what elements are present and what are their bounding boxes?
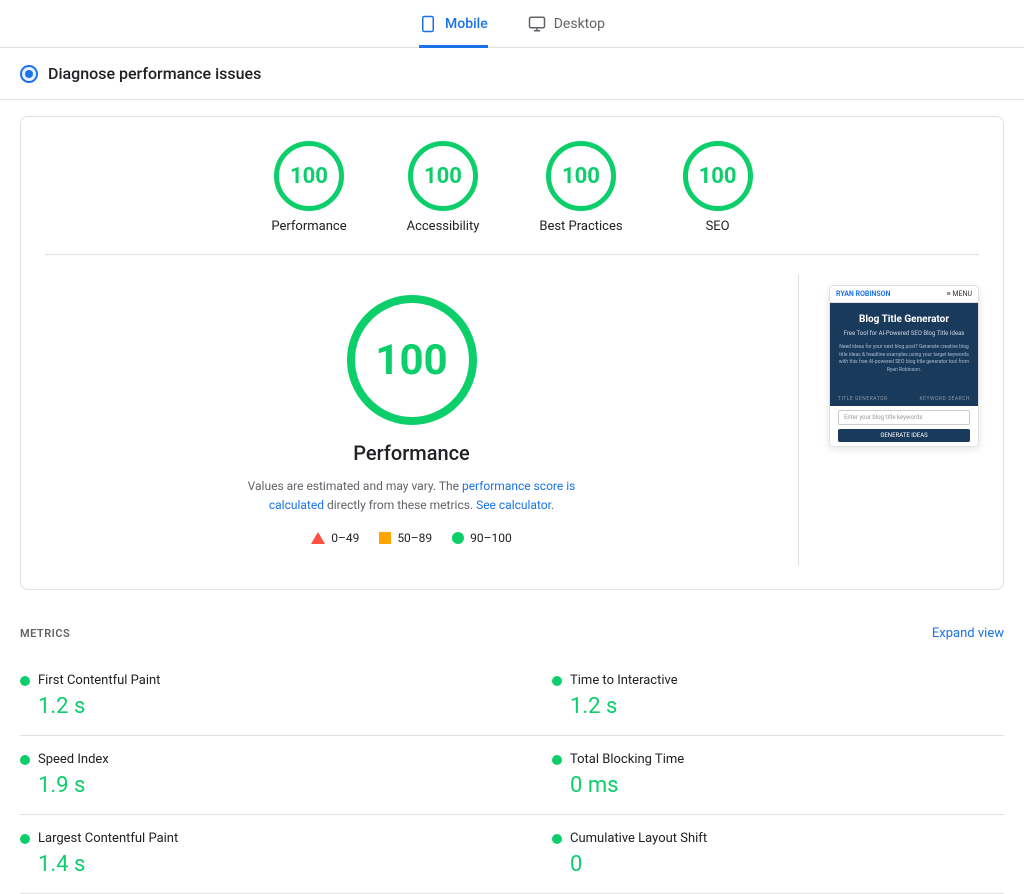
metric-lcp: Largest Contentful Paint 1.4 s (20, 815, 512, 894)
score-circle-seo: 100 (683, 141, 753, 211)
legend-green-item: 90–100 (452, 531, 512, 545)
tab-bar: Mobile Desktop (0, 0, 1024, 48)
screenshot-input-area: Enter your blog title keywords GENERATE … (830, 406, 978, 446)
metric-tbt: Total Blocking Time 0 ms (512, 736, 1004, 815)
metric-fcp-dot (20, 676, 30, 686)
score-circles: 100 Performance 100 Accessibility 100 Be… (45, 141, 979, 234)
metric-tbt-name: Total Blocking Time (570, 752, 684, 767)
see-calculator-link[interactable]: See calculator (476, 498, 551, 512)
score-item-accessibility: 100 Accessibility (407, 141, 480, 234)
score-label-best-practices: Best Practices (539, 219, 622, 234)
metrics-section: METRICS Expand view First Contentful Pai… (0, 626, 1024, 894)
metric-tti: Time to Interactive 1.2 s (512, 657, 1004, 736)
score-item-performance: 100 Performance (271, 141, 346, 234)
screenshot-mock: RYAN ROBINSON ≡ MENU Blog Title Generato… (829, 285, 979, 447)
metric-si: Speed Index 1.9 s (20, 736, 512, 815)
main-content: 100 Performance 100 Accessibility 100 Be… (0, 116, 1024, 626)
metric-tti-dot (552, 676, 562, 686)
metric-tti-name: Time to Interactive (570, 673, 678, 688)
nav-logo: RYAN ROBINSON (836, 290, 890, 298)
score-circle-accessibility: 100 (408, 141, 478, 211)
metric-si-value: 1.9 s (20, 773, 512, 798)
score-card: 100 Performance 100 Accessibility 100 Be… (20, 116, 1004, 590)
perf-detail-title: Performance (353, 441, 470, 465)
metric-cls: Cumulative Layout Shift 0 (512, 815, 1004, 894)
metric-cls-name-row: Cumulative Layout Shift (552, 831, 1004, 846)
metric-tbt-value: 0 ms (552, 773, 1004, 798)
hero-subtitle: Free Tool for AI-Powered SEO Blog Title … (838, 330, 970, 338)
hero-body-text: Need ideas for your next blog post? Gene… (838, 344, 970, 374)
tag-right: KEYWORD SEARCH (920, 396, 970, 402)
big-score-circle: 100 (347, 295, 477, 425)
vertical-divider (798, 275, 799, 565)
metric-fcp-name: First Contentful Paint (38, 673, 160, 688)
legend-red-icon (311, 532, 325, 544)
metrics-header: METRICS Expand view (20, 626, 1004, 641)
legend-red-item: 0–49 (311, 531, 359, 545)
metric-fcp-name-row: First Contentful Paint (20, 673, 512, 688)
metric-tti-name-row: Time to Interactive (552, 673, 1004, 688)
desktop-icon (528, 15, 546, 33)
legend-orange-icon (379, 532, 391, 544)
screenshot-tags: TITLE GENERATOR KEYWORD SEARCH (830, 392, 978, 406)
mock-generate-button: GENERATE IDEAS (838, 429, 970, 442)
score-label-seo: SEO (706, 219, 730, 234)
diagnose-title: Diagnose performance issues (48, 64, 261, 83)
metrics-title: METRICS (20, 627, 70, 640)
screenshot-nav: RYAN ROBINSON ≡ MENU (830, 286, 978, 303)
metric-fcp: First Contentful Paint 1.2 s (20, 657, 512, 736)
legend-orange-item: 50–89 (379, 531, 432, 545)
legend-red-label: 0–49 (331, 531, 359, 545)
metric-lcp-name-row: Largest Contentful Paint (20, 831, 512, 846)
metric-si-dot (20, 755, 30, 765)
score-item-best-practices: 100 Best Practices (539, 141, 622, 234)
screenshot-hero: Blog Title Generator Free Tool for AI-Po… (830, 303, 978, 392)
diagnose-dot-icon (20, 65, 38, 83)
divider (45, 254, 979, 255)
metric-lcp-value: 1.4 s (20, 852, 512, 877)
score-label-performance: Performance (271, 219, 346, 234)
tab-mobile[interactable]: Mobile (419, 15, 488, 48)
metric-tti-value: 1.2 s (552, 694, 1004, 719)
tag-left: TITLE GENERATOR (838, 396, 888, 402)
perf-note: Values are estimated and may vary. The p… (232, 477, 592, 515)
perf-detail: 100 Performance Values are estimated and… (45, 275, 979, 565)
legend-green-icon (452, 532, 464, 544)
legend-orange-label: 50–89 (397, 531, 432, 545)
perf-left: 100 Performance Values are estimated and… (45, 275, 778, 565)
score-circle-best-practices: 100 (546, 141, 616, 211)
metrics-grid: First Contentful Paint 1.2 s Time to Int… (20, 657, 1004, 894)
score-circle-performance: 100 (274, 141, 344, 211)
score-item-seo: 100 SEO (683, 141, 753, 234)
metric-lcp-dot (20, 834, 30, 844)
legend-green-label: 90–100 (470, 531, 512, 545)
expand-view-button[interactable]: Expand view (932, 626, 1004, 641)
mock-input: Enter your blog title keywords (838, 410, 970, 425)
metric-fcp-value: 1.2 s (20, 694, 512, 719)
hero-title: Blog Title Generator (838, 313, 970, 326)
perf-note-end: . (551, 498, 554, 512)
diagnose-bar: Diagnose performance issues (0, 48, 1024, 100)
tab-desktop[interactable]: Desktop (528, 15, 605, 48)
perf-note-static: Values are estimated and may vary. The (248, 479, 459, 493)
mobile-icon (419, 15, 437, 33)
metric-tbt-name-row: Total Blocking Time (552, 752, 1004, 767)
metric-cls-name: Cumulative Layout Shift (570, 831, 707, 846)
nav-menu-icon: ≡ MENU (947, 290, 972, 298)
metric-cls-dot (552, 834, 562, 844)
metric-si-name: Speed Index (38, 752, 109, 767)
metric-cls-value: 0 (552, 852, 1004, 877)
metric-si-name-row: Speed Index (20, 752, 512, 767)
screenshot-area: RYAN ROBINSON ≡ MENU Blog Title Generato… (819, 275, 979, 457)
score-label-accessibility: Accessibility (407, 219, 480, 234)
metric-tbt-dot (552, 755, 562, 765)
perf-note-mid: directly from these metrics. (327, 498, 476, 512)
metric-lcp-name: Largest Contentful Paint (38, 831, 178, 846)
legend: 0–49 50–89 90–100 (311, 531, 512, 545)
